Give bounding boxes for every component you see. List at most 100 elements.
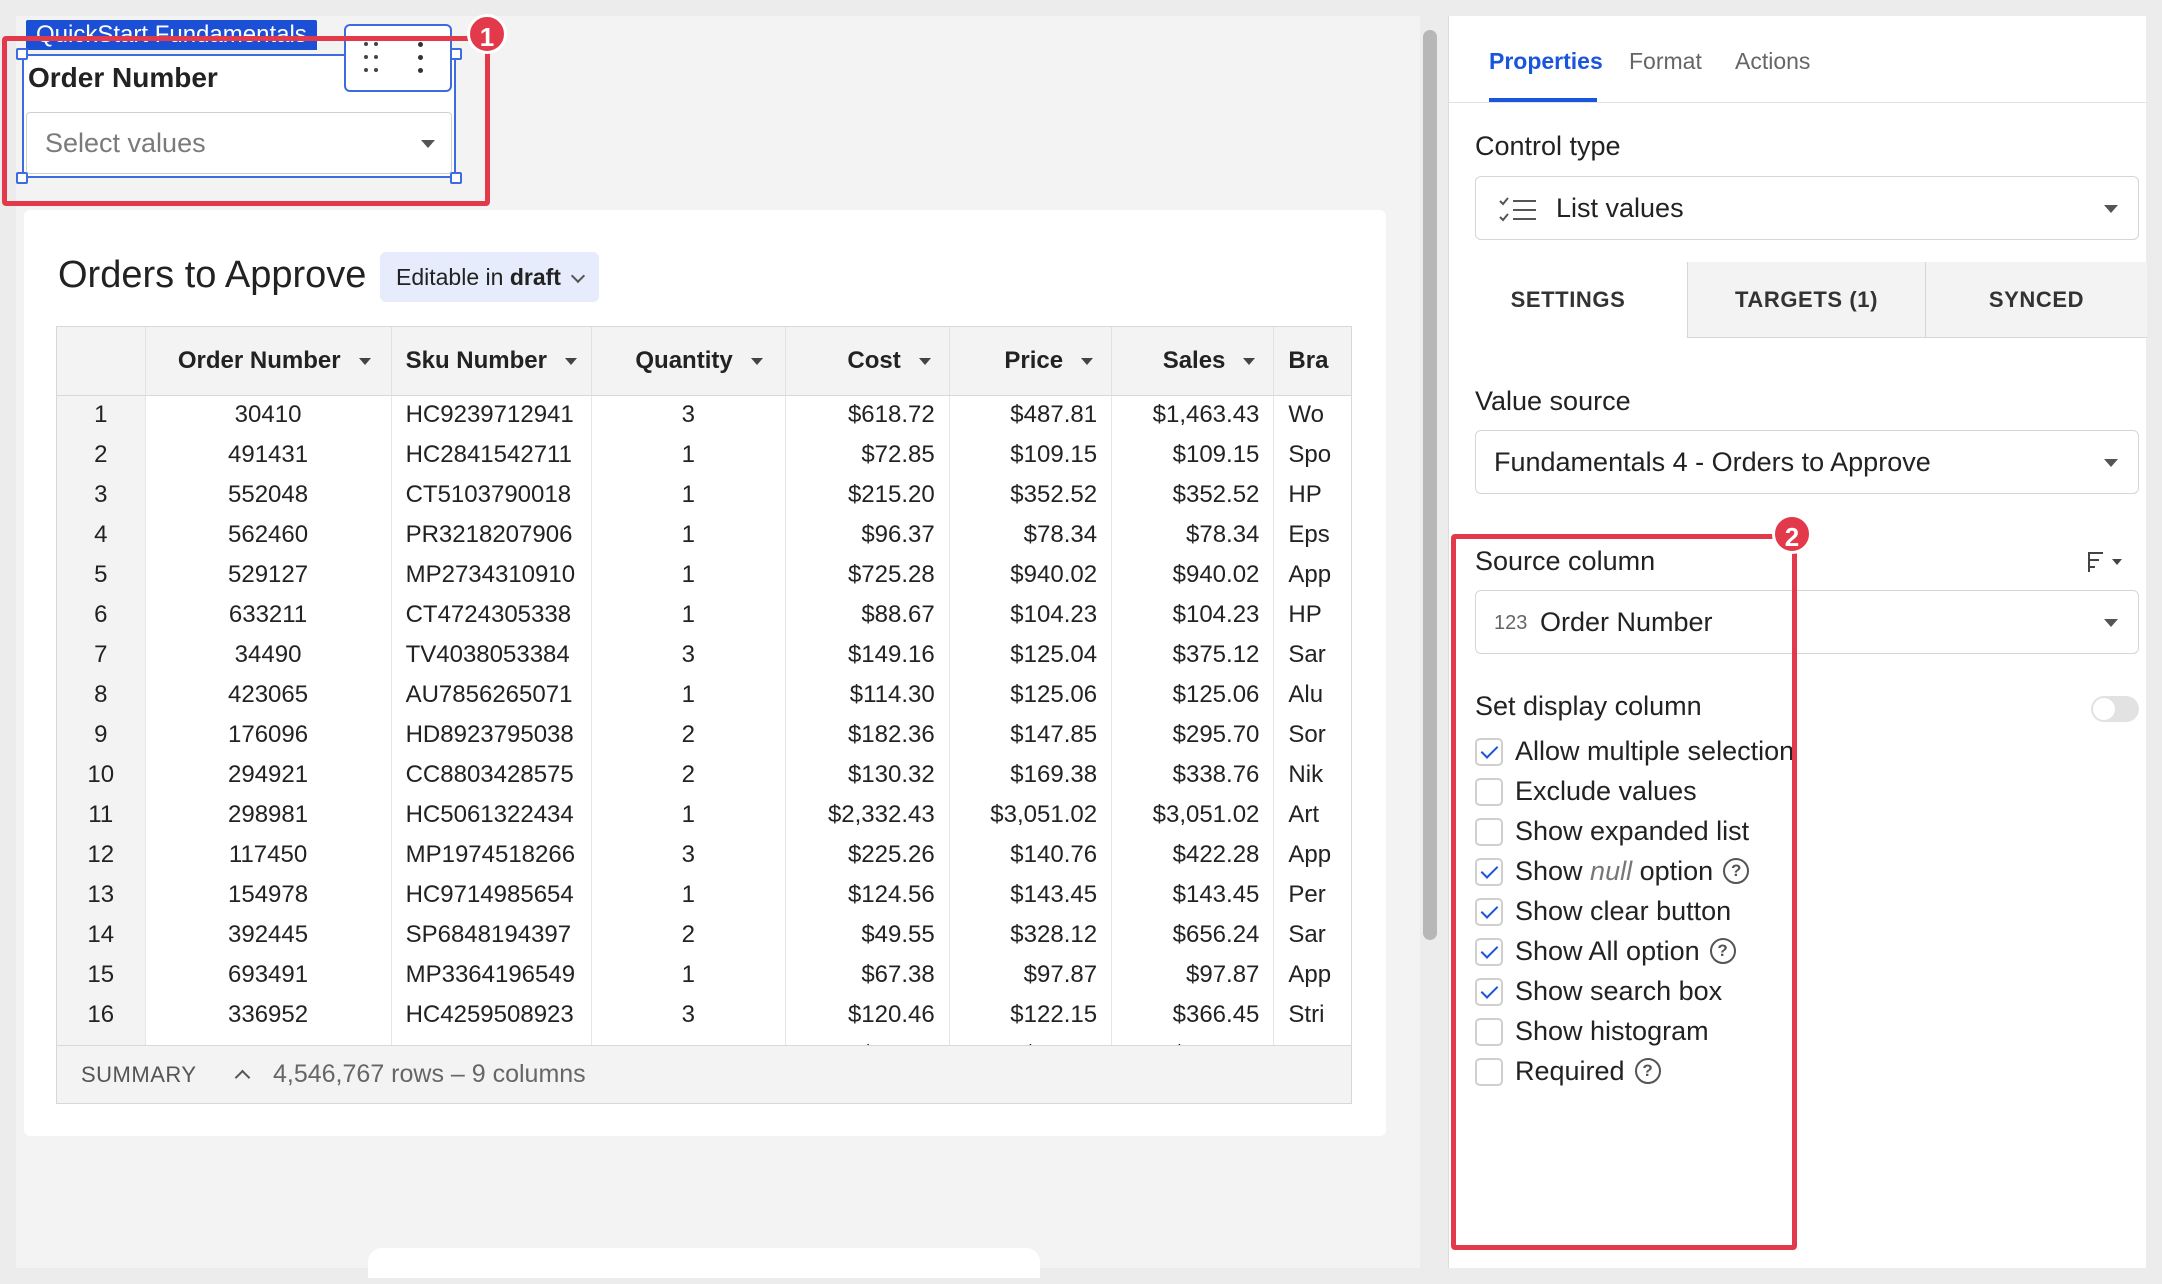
table-cell[interactable]: $940.02 [949, 555, 1113, 595]
column-header[interactable]: Quantity [591, 327, 786, 396]
sort-icon[interactable] [2085, 550, 2125, 574]
table-cell[interactable]: $239.82 [1111, 1035, 1275, 1045]
column-header[interactable]: Order Number [145, 327, 392, 396]
table-cell[interactable]: $2,332.43 [785, 795, 950, 835]
table-cell[interactable]: 294921 [145, 755, 392, 795]
table-cell[interactable]: $130.32 [785, 755, 950, 795]
table-row[interactable]: 2 491431 HC2841542711 1 $72.85 $109.15 $109.15… [57, 435, 1351, 475]
summary-bar[interactable]: SUMMARY 4,546,767 rows – 9 columns [57, 1045, 1351, 1103]
table-cell[interactable]: $104.23 [949, 595, 1113, 635]
table-cell[interactable]: CT4724305338 [391, 595, 592, 635]
table-cell[interactable]: 117450 [145, 835, 392, 875]
table-cell[interactable]: $109.15 [949, 435, 1113, 475]
table-cell[interactable]: $487.81 [949, 395, 1113, 435]
table-cell[interactable]: CC8803428575 [391, 755, 592, 795]
table-cell[interactable]: 1 [591, 435, 786, 475]
display-column-toggle[interactable] [2091, 696, 2139, 722]
table-cell[interactable]: TV4038053384 [391, 635, 592, 675]
value-source-select[interactable]: Fundamentals 4 - Orders to Approve [1475, 430, 2139, 494]
table-cell[interactable]: 1 [591, 515, 786, 555]
table-cell[interactable]: $143.45 [1111, 875, 1275, 915]
table-cell[interactable]: $85.79 [785, 1035, 950, 1045]
table-cell[interactable]: CC9509253494 [391, 1035, 592, 1045]
table-row[interactable]: 4 562460 PR3218207906 1 $96.37 $78.34 $78.34 Ep… [57, 515, 1351, 555]
table-row[interactable]: 3 552048 CT5103790018 1 $215.20 $352.52 $352.5… [57, 475, 1351, 515]
table-cell[interactable]: 298981 [145, 795, 392, 835]
table-cell[interactable]: $215.20 [785, 475, 950, 515]
table-cell[interactable]: $114.30 [785, 675, 950, 715]
table-cell[interactable]: 1 [591, 555, 786, 595]
table-cell[interactable]: AU7856265071 [391, 675, 592, 715]
table-cell[interactable]: Nik [1273, 755, 1351, 795]
table-cell[interactable]: 34490 [145, 635, 392, 675]
table-cell[interactable]: Sar [1273, 635, 1351, 675]
table-cell[interactable]: $3,051.02 [1111, 795, 1275, 835]
table-cell[interactable]: 176096 [145, 715, 392, 755]
table-cell[interactable]: $352.52 [949, 475, 1113, 515]
table-cell[interactable]: 2 [591, 715, 786, 755]
table-cell[interactable]: $49.55 [785, 915, 950, 955]
table-cell[interactable]: SP6848194397 [391, 915, 592, 955]
table-cell[interactable]: CT5103790018 [391, 475, 592, 515]
table-cell[interactable]: $104.23 [1111, 595, 1275, 635]
table-cell[interactable]: Per [1273, 875, 1351, 915]
table-cell[interactable]: $125.06 [1111, 675, 1275, 715]
tab-properties[interactable]: Properties [1489, 48, 1603, 75]
table-cell[interactable]: 1 [591, 875, 786, 915]
table-cell[interactable]: App [1273, 835, 1351, 875]
table-cell[interactable]: HC4259508923 [391, 995, 592, 1035]
table-cell[interactable]: $422.28 [1111, 835, 1275, 875]
table-cell[interactable]: $122.15 [949, 995, 1113, 1035]
table-cell[interactable]: PR3218207906 [391, 515, 592, 555]
control-type-select[interactable]: List values [1475, 176, 2139, 240]
table-cell[interactable]: MP1974518266 [391, 835, 592, 875]
table-cell[interactable]: 3 [591, 1035, 786, 1045]
table-cell[interactable]: 290266 [145, 1035, 392, 1045]
table-cell[interactable]: $109.15 [1111, 435, 1275, 475]
table-cell[interactable]: $140.76 [949, 835, 1113, 875]
table-cell[interactable]: Sor [1273, 715, 1351, 755]
table-row[interactable]: 9 176096 HD8923795038 2 $182.36 $147.85 $295.7… [57, 715, 1351, 755]
table-cell[interactable]: $72.85 [785, 435, 950, 475]
table-cell[interactable]: HD8923795038 [391, 715, 592, 755]
column-menu-icon[interactable] [1243, 357, 1256, 365]
subtab-targets[interactable]: TARGETS (1) [1687, 262, 1925, 338]
table-cell[interactable]: $366.45 [1111, 995, 1275, 1035]
column-menu-icon[interactable] [750, 357, 763, 365]
table-cell[interactable]: $147.85 [949, 715, 1113, 755]
table-cell[interactable]: Sar [1273, 915, 1351, 955]
table-row[interactable]: 11 298981 HC5061322434 1 $2,332.43 $3,051.02 $… [57, 795, 1351, 835]
editable-mode-dropdown[interactable]: Editable in draft [380, 252, 599, 302]
table-cell[interactable]: MP2734310910 [391, 555, 592, 595]
table-cell[interactable]: $96.37 [785, 515, 950, 555]
table-cell[interactable]: 552048 [145, 475, 392, 515]
table-cell[interactable]: $97.87 [1111, 955, 1275, 995]
table-cell[interactable]: App [1273, 555, 1351, 595]
table-cell[interactable]: 3 [591, 995, 786, 1035]
table-cell[interactable]: HP [1273, 595, 1351, 635]
column-menu-icon[interactable] [1081, 357, 1094, 365]
table-cell[interactable]: $352.52 [1111, 475, 1275, 515]
table-cell[interactable]: HP [1273, 475, 1351, 515]
table-cell[interactable]: $149.16 [785, 635, 950, 675]
column-menu-icon[interactable] [918, 357, 931, 365]
table-cell[interactable]: Alu [1273, 675, 1351, 715]
table-cell[interactable]: $1,463.43 [1111, 395, 1275, 435]
table-cell[interactable]: Spo [1273, 435, 1351, 475]
table-cell[interactable]: App [1273, 955, 1351, 995]
column-header[interactable]: Sales [1111, 327, 1275, 396]
column-menu-icon[interactable] [564, 357, 577, 365]
table-cell[interactable]: 3 [591, 635, 786, 675]
table-row[interactable]: 15 693491 MP3364196549 1 $67.38 $97.87 $97.87 A… [57, 955, 1351, 995]
column-header[interactable]: Price [949, 327, 1113, 396]
table-cell[interactable]: 633211 [145, 595, 392, 635]
tab-actions[interactable]: Actions [1735, 48, 1810, 75]
column-header[interactable]: Bra [1273, 327, 1351, 396]
column-header[interactable]: Sku Number [391, 327, 592, 396]
table-row[interactable]: 12 117450 MP1974518266 3 $225.26 $140.76 $422.… [57, 835, 1351, 875]
table-row[interactable]: 10 294921 CC8803428575 2 $130.32 $169.38 $338.… [57, 755, 1351, 795]
table-cell[interactable]: 693491 [145, 955, 392, 995]
table-row[interactable]: 1 30410 HC9239712941 3 $618.72 $487.81 $1,463.… [57, 395, 1351, 435]
table-cell[interactable]: $125.06 [949, 675, 1113, 715]
table-cell[interactable]: HC5061322434 [391, 795, 592, 835]
